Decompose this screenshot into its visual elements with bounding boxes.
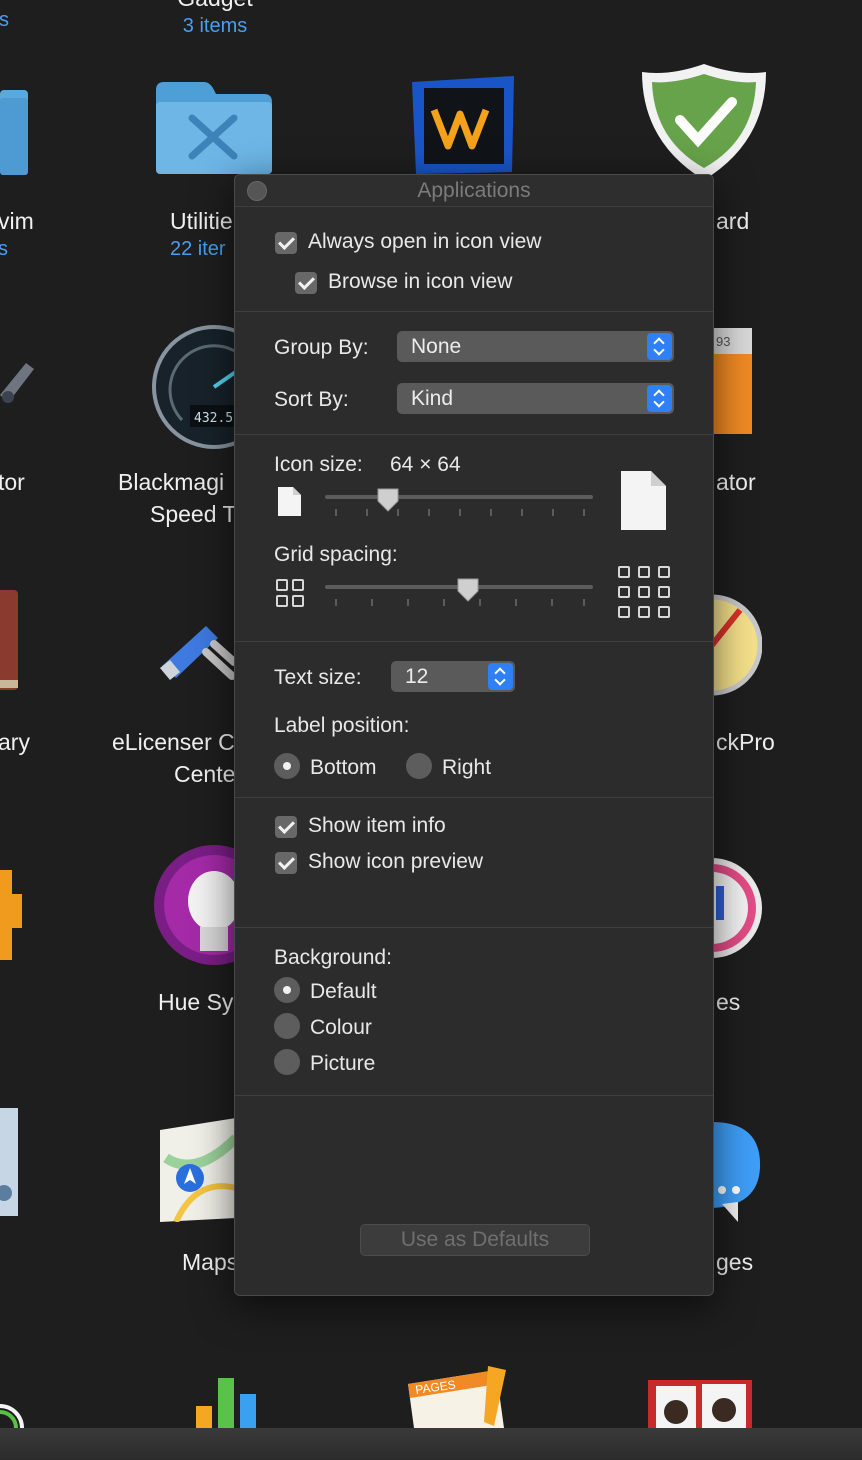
elicenser-label-2: Cente bbox=[174, 761, 236, 787]
speedometer-readout: 432.5 bbox=[194, 411, 233, 426]
browse-checkbox[interactable] bbox=[295, 272, 317, 294]
label-position-label: Label position: bbox=[274, 714, 410, 737]
gadget-count: 3 items bbox=[182, 15, 248, 37]
colour-radio[interactable] bbox=[274, 1013, 300, 1039]
default-radio[interactable] bbox=[274, 977, 300, 1003]
show-icon-preview-label: Show icon preview bbox=[308, 850, 484, 873]
show-item-info-label: Show item info bbox=[308, 814, 446, 837]
text-size-popup[interactable]: 12 bbox=[391, 661, 515, 692]
arrange-section: Group By: None Sort By: Kind bbox=[235, 312, 713, 435]
small-document-icon bbox=[278, 487, 301, 516]
left-fragment: s bbox=[0, 9, 9, 31]
vim-count: s bbox=[0, 238, 8, 260]
sort-by-popup[interactable]: Kind bbox=[397, 383, 674, 414]
sort-by-value: Kind bbox=[411, 387, 454, 410]
es-label[interactable]: es bbox=[716, 986, 776, 1018]
close-button[interactable] bbox=[247, 181, 267, 201]
ibooks-icon-partial[interactable] bbox=[0, 870, 24, 960]
ard-label[interactable]: ard bbox=[716, 205, 776, 237]
ckpro-label[interactable]: ckPro bbox=[716, 726, 796, 758]
dock-edge bbox=[0, 1428, 862, 1460]
panel-titlebar[interactable]: Applications bbox=[235, 175, 713, 207]
vim-item[interactable]: vim s bbox=[0, 205, 38, 261]
itunes-icon[interactable] bbox=[712, 850, 764, 966]
group-by-popup[interactable]: None bbox=[397, 331, 674, 362]
gadget-label: Gadget bbox=[150, 0, 280, 14]
group-by-value: None bbox=[411, 335, 462, 358]
panel-title: Applications bbox=[417, 179, 531, 202]
pages-icon[interactable]: PAGES bbox=[404, 1366, 508, 1428]
background-section: Background: Default Colour Picture bbox=[235, 928, 713, 1096]
photo-booth-icon[interactable] bbox=[646, 1376, 758, 1428]
icon-size-slider-track[interactable] bbox=[325, 495, 593, 499]
clockpro-icon[interactable] bbox=[712, 590, 762, 700]
elicenser-item[interactable]: eLicenser C Cente bbox=[112, 726, 236, 790]
text-section: Text size: 12 Label position: Bottom Rig… bbox=[235, 642, 713, 798]
telescope-icon-partial[interactable] bbox=[0, 355, 34, 410]
colour-radio-label: Colour bbox=[310, 1016, 372, 1039]
use-as-defaults-button[interactable]: Use as Defaults bbox=[360, 1224, 590, 1256]
blackmagic-label-2: Speed T bbox=[150, 501, 237, 527]
ator-label[interactable]: ator bbox=[716, 466, 786, 498]
large-document-icon bbox=[621, 471, 666, 530]
picture-radio-label: Picture bbox=[310, 1052, 376, 1075]
utilities-count: 22 iter bbox=[170, 238, 226, 260]
blackmagic-label-1: Blackmagi bbox=[118, 469, 225, 495]
dictionary-icon-partial[interactable] bbox=[0, 590, 20, 695]
chevron-updown-icon bbox=[647, 333, 672, 360]
default-radio-label: Default bbox=[310, 980, 377, 1003]
hue-bulb-icon[interactable] bbox=[152, 843, 236, 969]
usb-keys-icon[interactable] bbox=[156, 606, 236, 696]
calculator-icon[interactable]: 93 bbox=[712, 328, 756, 438]
chevron-updown-icon bbox=[488, 663, 513, 690]
elicenser-label-1: eLicenser C bbox=[112, 729, 235, 755]
utilities-label: Utilitie bbox=[170, 208, 233, 234]
maps-label[interactable]: Maps bbox=[182, 1246, 242, 1278]
utilities-folder-icon[interactable] bbox=[154, 80, 274, 175]
activity-icon-partial[interactable] bbox=[0, 1378, 26, 1428]
vim-label: vim bbox=[0, 208, 34, 234]
ary-label[interactable]: ary bbox=[0, 726, 38, 758]
calculator-readout: 93 bbox=[716, 334, 730, 349]
browse-label: Browse in icon view bbox=[328, 270, 513, 293]
hue-label[interactable]: Hue Sy bbox=[158, 986, 238, 1018]
tor-label[interactable]: tor bbox=[0, 466, 38, 498]
info-section: Show item info Show icon preview bbox=[235, 798, 713, 928]
stamp-icon-partial[interactable] bbox=[0, 1108, 20, 1218]
icon-size-value: 64 × 64 bbox=[390, 453, 461, 476]
icon-size-slider-thumb[interactable] bbox=[377, 488, 399, 512]
icon-size-label: Icon size: bbox=[274, 453, 363, 476]
always-open-label: Always open in icon view bbox=[308, 230, 542, 253]
text-size-label: Text size: bbox=[274, 666, 362, 689]
numbers-icon[interactable] bbox=[196, 1374, 266, 1428]
group-by-label: Group By: bbox=[274, 336, 369, 359]
chevron-updown-icon bbox=[647, 385, 672, 412]
bottom-radio[interactable] bbox=[274, 753, 300, 779]
waves-icon[interactable] bbox=[408, 74, 518, 174]
gadget-item[interactable]: Gadget 3 items bbox=[150, 0, 280, 38]
sort-by-label: Sort By: bbox=[274, 388, 349, 411]
show-item-info-checkbox[interactable] bbox=[275, 816, 297, 838]
utilities-item[interactable]: Utilitie 22 iter bbox=[170, 205, 240, 261]
view-section: Always open in icon view Browse in icon … bbox=[235, 206, 713, 312]
speedometer-icon[interactable]: 432.5 bbox=[152, 325, 242, 450]
right-radio[interactable] bbox=[406, 753, 432, 779]
picture-radio[interactable] bbox=[274, 1049, 300, 1075]
grid-spacing-slider-thumb[interactable] bbox=[457, 578, 479, 602]
size-section: Icon size: 64 × 64 Grid spacing: bbox=[235, 435, 713, 642]
show-icon-preview-checkbox[interactable] bbox=[275, 852, 297, 874]
right-radio-label: Right bbox=[442, 756, 492, 779]
view-options-panel: Applications Always open in icon view Br… bbox=[234, 174, 714, 1296]
maps-icon[interactable] bbox=[156, 1118, 236, 1222]
blackmagic-item[interactable]: Blackmagi Speed T bbox=[118, 466, 238, 530]
adguard-shield-icon[interactable] bbox=[638, 62, 770, 182]
text-size-value: 12 bbox=[405, 665, 429, 688]
folder-icon-partial[interactable] bbox=[0, 90, 28, 175]
grid-spacing-label: Grid spacing: bbox=[274, 543, 398, 566]
background-label: Background: bbox=[274, 946, 392, 969]
ges-label[interactable]: ges bbox=[716, 1246, 776, 1278]
bottom-radio-label: Bottom bbox=[310, 756, 377, 779]
messages-icon[interactable] bbox=[712, 1116, 762, 1224]
always-open-checkbox[interactable] bbox=[275, 232, 297, 254]
